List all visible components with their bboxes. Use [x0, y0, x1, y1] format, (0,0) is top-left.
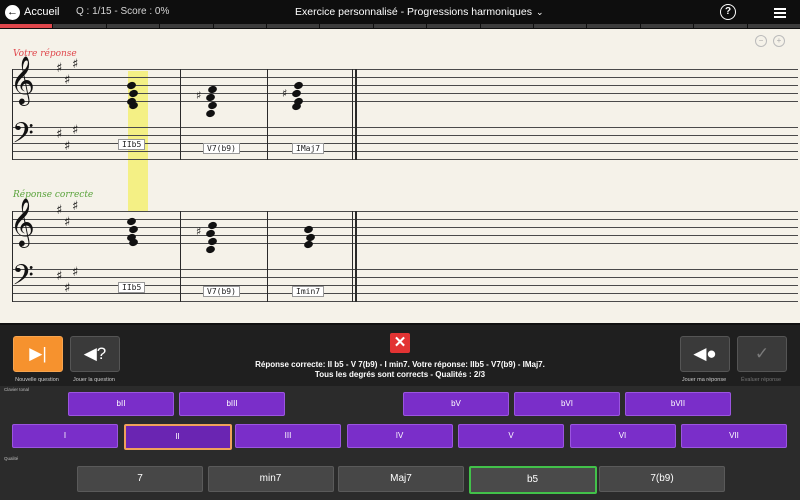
degree-button-VII[interactable]: VII [681, 424, 787, 448]
degree-button-VI[interactable]: VI [569, 424, 676, 448]
staff-system: 𝄞 𝄢 𝄞 𝄢 ♯ ♯ ♯ ♯ ♯ ♯ ♯ ♯ ♯ ♯ ♯ ♯ ♯ ♯ IIb5 V7(b9) … [10, 55, 798, 304]
progress-segment [267, 24, 320, 28]
progress-segment [640, 24, 694, 28]
chord-label: V7(b9) [203, 143, 240, 154]
degree-button-III[interactable]: III [235, 424, 341, 448]
back-arrow-icon: ← [5, 4, 20, 20]
answer-keyboard: Clavier tonal bII bIII bV bVI bVII I II III IV V… [0, 386, 800, 500]
quality-button-Maj7[interactable]: Maj7 [338, 466, 464, 492]
quality-button-min7[interactable]: min7 [207, 466, 334, 492]
chord-label: IIb5 [118, 282, 146, 293]
treble-clef-icon: 𝄞 [10, 197, 35, 246]
progress-segment [747, 24, 800, 28]
speaker-person-icon: ◀● [693, 344, 717, 363]
quality-button-b5[interactable]: b5 [468, 466, 597, 494]
quality-button-7(b9)[interactable]: 7(b9) [599, 466, 725, 492]
chevron-down-icon: ⌄ [535, 7, 544, 17]
back-label: Accueil [24, 6, 60, 18]
zoom-out-icon[interactable]: − [755, 35, 767, 47]
chord-label: IIb5 [118, 139, 146, 150]
control-strip: ▶| Nouvelle question ◀? Jouer la questio… [0, 323, 800, 388]
degree-button-I[interactable]: I [12, 424, 118, 448]
exercise-title-text: Exercice personnalisé - Progressions har… [295, 6, 532, 18]
exercise-title[interactable]: Exercice personnalisé - Progressions har… [295, 6, 544, 18]
degree-button-bII[interactable]: bII [68, 392, 174, 416]
progress-segment [320, 24, 373, 28]
quality-button-7[interactable]: 7 [77, 466, 203, 492]
progress-segment [106, 24, 160, 28]
chord-label: V7(b9) [203, 286, 240, 297]
progress-segment [587, 24, 640, 28]
quality-label: Qualité [4, 456, 19, 461]
degree-button-II[interactable]: II [123, 424, 232, 450]
help-button[interactable]: ? [720, 4, 736, 20]
progress-segment [427, 24, 480, 28]
hamburger-menu-icon[interactable] [774, 8, 786, 21]
progress-segment [160, 24, 213, 28]
progress-segment [53, 24, 106, 28]
progress-segment [373, 24, 427, 28]
progress-segment [213, 24, 267, 28]
play-my-answer-button[interactable]: ◀● [680, 336, 730, 372]
progress-segment [694, 24, 747, 28]
treble-clef-icon: 𝄞 [10, 55, 35, 104]
back-button[interactable]: ← Accueil [5, 3, 59, 21]
bass-clef-icon: 𝄢 [12, 259, 34, 299]
checkmark-icon: ✓ [754, 344, 770, 363]
degree-button-bIII[interactable]: bIII [179, 392, 285, 416]
help-icon: ? [724, 6, 732, 17]
chord-label: IMaj7 [292, 143, 325, 154]
degree-button-V[interactable]: V [458, 424, 564, 448]
tonal-keyboard-label: Clavier tonal [4, 387, 30, 392]
degree-button-bV[interactable]: bV [403, 392, 509, 416]
incorrect-icon: ✕ [390, 333, 410, 353]
progress-segment [480, 24, 534, 28]
evaluate-caption: Évaluer réponse [740, 377, 782, 383]
progress-segment [534, 24, 587, 28]
degree-button-bVII[interactable]: bVII [625, 392, 731, 416]
score-status: Q : 1/15 - Score : 0% [76, 6, 170, 17]
progress-segment [0, 24, 53, 28]
top-bar: ← Accueil Q : 1/15 - Score : 0% Exercice… [0, 0, 800, 24]
degree-button-bVI[interactable]: bVI [514, 392, 620, 416]
degree-button-IV[interactable]: IV [346, 424, 453, 448]
bass-clef-icon: 𝄢 [12, 117, 34, 157]
chord-label: Imin7 [292, 286, 325, 297]
evaluate-button[interactable]: ✓ [737, 336, 787, 372]
zoom-in-icon[interactable]: + [773, 35, 785, 47]
score-sheet: − + Votre réponse Réponse correcte 𝄞 𝄢 𝄞… [0, 29, 800, 323]
